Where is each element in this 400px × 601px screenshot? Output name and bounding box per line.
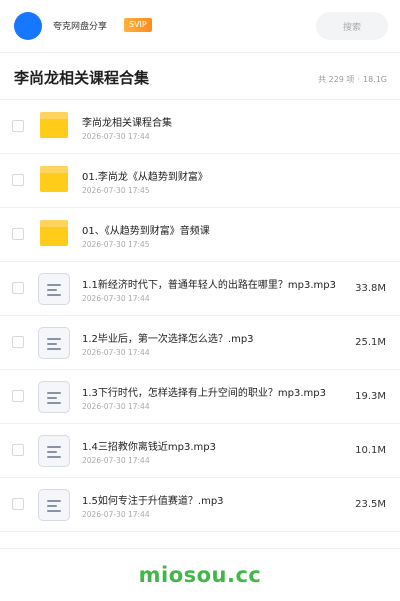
audio-file-icon	[38, 327, 70, 359]
file-list: 李尚龙相关课程合集 2026-07-30 17:44 01.李尚龙《从趋势到财富》 2…	[0, 100, 400, 532]
watermark: miosou.cc	[138, 563, 262, 587]
folder-header: 李尚龙相关课程合集 共 229 项 · 18.1G	[0, 53, 400, 100]
folder-icon	[40, 166, 68, 192]
item-date: 2026-07-30 17:44	[82, 348, 150, 357]
search-input[interactable]: 搜索	[316, 12, 388, 40]
list-item[interactable]: 1.2毕业后，第一次选择怎么选？.mp3 2026-07-30 17:44 25.1…	[0, 316, 400, 370]
item-checkbox[interactable]	[12, 282, 24, 294]
item-size: 10.1M	[355, 445, 386, 456]
item-name: 1.2毕业后，第一次选择怎么选？.mp3	[82, 334, 254, 345]
item-name: 01、《从趋势到财富》音频课	[82, 226, 210, 237]
item-date: 2026-07-30 17:44	[82, 510, 150, 519]
audio-file-icon	[38, 435, 70, 467]
top-bar: 夸克网盘分享 SVIP 搜索	[0, 0, 400, 53]
footer: miosou.cc	[0, 548, 400, 601]
audio-file-icon	[38, 489, 70, 521]
item-name: 1.4三招教你离钱近mp3.mp3	[82, 442, 216, 453]
audio-file-icon	[38, 273, 70, 305]
list-item[interactable]: 李尚龙相关课程合集 2026-07-30 17:44	[0, 100, 400, 154]
item-name: 01.李尚龙《从趋势到财富》	[82, 172, 208, 183]
folder-icon	[40, 220, 68, 246]
item-date: 2026-07-30 17:44	[82, 294, 150, 303]
item-count: 共 229 项	[318, 75, 355, 84]
item-size: 25.1M	[355, 337, 386, 348]
search-placeholder: 搜索	[342, 22, 361, 33]
item-checkbox[interactable]	[12, 390, 24, 402]
app-name: 夸克网盘分享	[53, 22, 108, 32]
item-checkbox[interactable]	[12, 444, 24, 456]
list-item[interactable]: 01、《从趋势到财富》音频课 2026-07-30 17:45	[0, 208, 400, 262]
item-name: 李尚龙相关课程合集	[82, 118, 172, 129]
item-size: 19.3M	[355, 391, 386, 402]
summary-separator: ·	[357, 75, 360, 84]
folder-summary: 共 229 项 · 18.1G	[318, 74, 387, 85]
audio-file-icon	[38, 381, 70, 413]
item-date: 2026-07-30 17:44	[82, 132, 150, 141]
item-date: 2026-07-30 17:44	[82, 456, 150, 465]
svip-badge: SVIP	[124, 18, 152, 32]
item-name: 1.5如何专注于升值赛道？.mp3	[82, 496, 224, 507]
page-title: 李尚龙相关课程合集	[14, 69, 150, 87]
list-item[interactable]: 1.4三招教你离钱近mp3.mp3 2026-07-30 17:44 10.1M	[0, 424, 400, 478]
list-item[interactable]: 1.5如何专注于升值赛道？.mp3 2026-07-30 17:44 23.5M	[0, 478, 400, 532]
item-date: 2026-07-30 17:45	[82, 186, 150, 195]
list-item[interactable]: 1.1新经济时代下，普通年轻人的出路在哪里？mp3.mp3 2026-07-30 …	[0, 262, 400, 316]
item-checkbox[interactable]	[12, 498, 24, 510]
item-checkbox[interactable]	[12, 228, 24, 240]
item-checkbox[interactable]	[12, 174, 24, 186]
folder-icon	[40, 112, 68, 138]
list-item[interactable]: 01.李尚龙《从趋势到财富》 2026-07-30 17:45	[0, 154, 400, 208]
item-date: 2026-07-30 17:45	[82, 240, 150, 249]
item-name: 1.3下行时代，怎样选择有上升空间的职业？mp3.mp3	[82, 388, 326, 399]
avatar[interactable]	[14, 12, 42, 40]
total-size: 18.1G	[362, 75, 387, 84]
list-item[interactable]: 1.3下行时代，怎样选择有上升空间的职业？mp3.mp3 2026-07-30 1…	[0, 370, 400, 424]
item-date: 2026-07-30 17:44	[82, 402, 150, 411]
item-size: 33.8M	[355, 283, 386, 294]
item-size: 23.5M	[355, 499, 386, 510]
item-checkbox[interactable]	[12, 120, 24, 132]
item-checkbox[interactable]	[12, 336, 24, 348]
item-name: 1.1新经济时代下，普通年轻人的出路在哪里？mp3.mp3	[82, 280, 336, 291]
